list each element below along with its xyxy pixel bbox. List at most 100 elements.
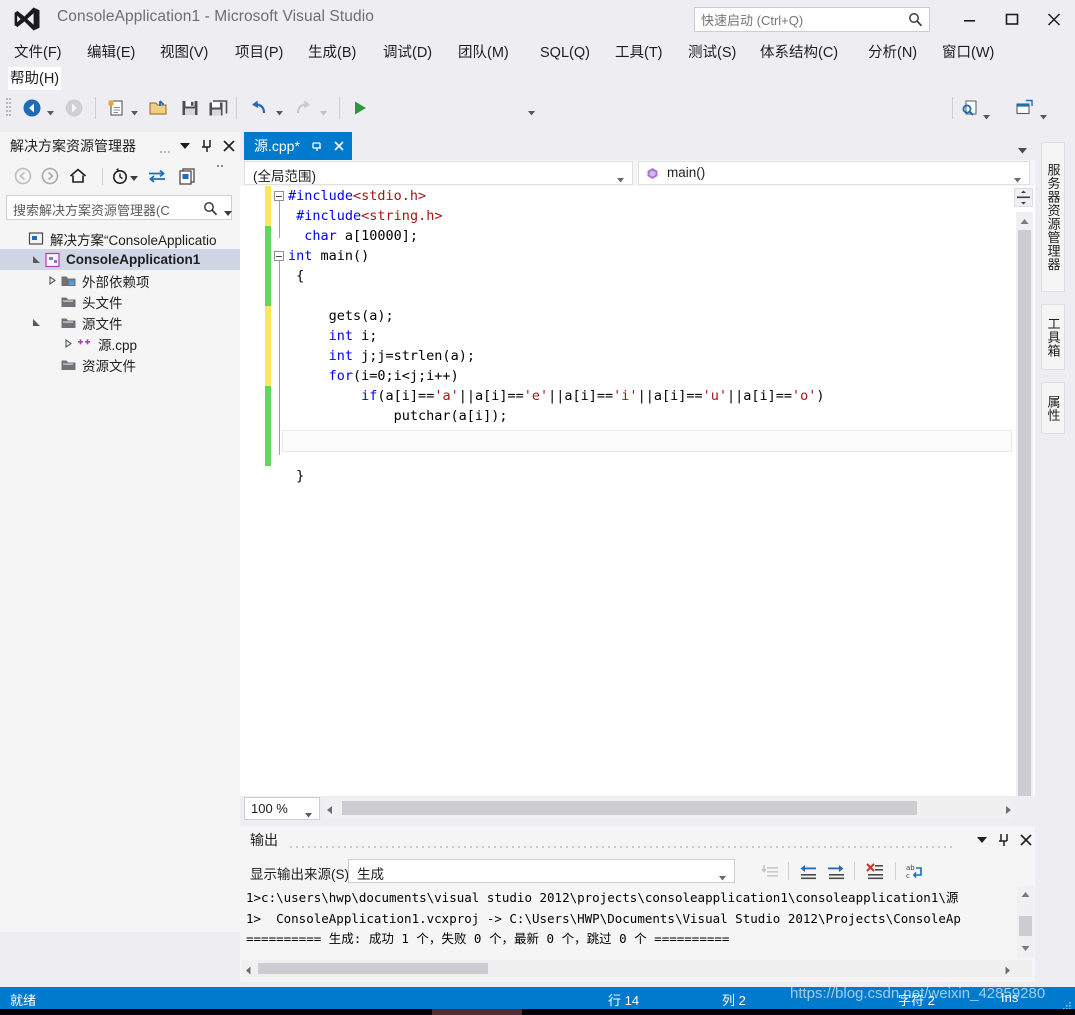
panel-menu-button[interactable] [176,137,194,155]
menu-test[interactable]: 测试(S) [686,41,738,65]
fold-toggle-include[interactable] [274,191,284,201]
document-tab-strip: 源.cpp* [240,132,1035,160]
code-editor-pane[interactable]: #include<stdio.h> #include<string.h> cha… [240,186,1035,822]
menu-sql[interactable]: SQL(Q) [538,41,592,65]
quick-launch-box[interactable] [694,7,930,32]
scroll-right-icon[interactable] [1003,804,1013,814]
twisty-expanded-icon[interactable] [28,315,44,331]
split-view-icon[interactable] [1014,188,1033,207]
menu-analyze[interactable]: 分析(N) [866,41,919,65]
menu-team[interactable]: 团队(M) [456,41,511,65]
zoom-combo[interactable]: 100 % [244,797,320,820]
chevron-down-icon[interactable] [276,105,283,116]
scope-combo[interactable]: (全局范围) [244,161,633,185]
resize-grip[interactable] [1062,999,1072,1010]
close-icon[interactable] [1017,831,1035,849]
tree-item-resource-files[interactable]: 资源文件 [0,354,240,375]
tree-item-source-cpp[interactable]: 源.cpp [0,333,240,354]
output-vertical-scrollbar[interactable] [1017,886,1034,958]
code-text[interactable]: #include<stdio.h> #include<string.h> cha… [288,186,1028,486]
undo-icon[interactable] [249,98,269,118]
scroll-right-icon[interactable] [1003,964,1012,975]
minimize-button[interactable] [955,7,985,31]
pin-icon[interactable] [310,139,324,153]
chevron-down-icon[interactable] [528,105,535,116]
find-in-files-icon[interactable] [960,98,980,118]
tab-properties-window[interactable]: 属性 [1041,382,1065,434]
overflow-icon[interactable] [216,163,238,185]
pending-changes-icon[interactable] [109,165,131,187]
close-button[interactable] [1039,7,1069,31]
menu-build[interactable]: 生成(B) [306,41,358,65]
tree-item-console-application1[interactable]: ConsoleApplication1 [0,249,240,270]
new-item-icon[interactable] [106,98,126,118]
twisty-expanded-icon[interactable] [28,252,44,268]
maximize-button[interactable] [997,7,1027,31]
tab-toolbox[interactable]: 工具箱 [1041,304,1065,370]
twisty-collapsed-icon[interactable] [44,273,60,289]
previous-message-icon[interactable] [798,862,818,882]
output-source-combo[interactable]: 生成 [348,859,735,883]
toggle-word-wrap-icon[interactable]: ab c [905,862,925,882]
menu-debug[interactable]: 调试(D) [381,41,434,65]
output-menu-button[interactable] [973,831,991,849]
new-window-icon[interactable] [1014,98,1034,118]
close-icon[interactable] [220,137,238,155]
chevron-down-icon[interactable] [224,206,232,220]
menu-edit[interactable]: 编辑(E) [85,41,137,65]
tree-item-header-files[interactable]: 头文件 [0,291,240,312]
status-insert-mode: Ins [1001,990,1019,1005]
output-horizontal-scrollbar[interactable] [242,960,1032,977]
chevron-down-icon[interactable] [130,171,138,181]
twisty-none [44,357,60,373]
scroll-up-icon[interactable] [1020,215,1029,224]
editor-horizontal-scrollbar[interactable] [324,798,1014,819]
document-tab-source-cpp[interactable]: 源.cpp* [244,132,352,160]
tree-item-external-dependencies[interactable]: 外部依赖项 [0,270,240,291]
menu-architecture[interactable]: 体系结构(C) [758,41,840,65]
hscroll-thumb[interactable] [342,801,917,815]
next-message-icon[interactable] [826,862,846,882]
scroll-left-icon[interactable] [244,964,253,975]
play-triangle-icon[interactable] [350,98,370,118]
search-icon[interactable] [203,201,218,219]
chevron-down-icon[interactable] [47,105,54,116]
twisty-collapsed-icon[interactable] [60,336,76,352]
tree-item-solution[interactable]: 解决方案“ConsoleApplicatio [0,228,240,249]
tree-item-source-files[interactable]: 源文件 [0,312,240,333]
toolbar-grip[interactable] [6,98,11,118]
scroll-down-icon[interactable] [1021,942,1030,956]
menu-file[interactable]: 文件(F) [12,41,64,65]
member-combo[interactable]: main() [638,161,1030,185]
vscroll-thumb[interactable] [1018,230,1031,816]
show-all-files-icon[interactable] [176,165,198,187]
navigate-back-icon[interactable] [22,98,42,118]
scroll-up-icon[interactable] [1021,888,1030,902]
close-icon[interactable] [332,139,346,153]
hscroll-thumb[interactable] [258,963,488,974]
editor-vertical-scrollbar[interactable] [1016,212,1033,818]
save-all-icon[interactable] [208,98,228,118]
scroll-left-icon[interactable] [325,804,335,814]
quick-launch-input[interactable] [701,10,897,30]
home-icon[interactable] [67,165,89,187]
menu-help[interactable]: 帮助(H) [8,67,62,91]
search-input[interactable]: 搜索解决方案资源管理器(C [6,195,232,220]
open-file-icon[interactable] [148,98,168,118]
chevron-down-icon[interactable] [1018,143,1027,157]
tab-server-explorer[interactable]: 服务器资源管理器 [1041,142,1065,292]
chevron-down-icon[interactable] [131,105,138,116]
menu-tools[interactable]: 工具(T) [613,41,665,65]
vscroll-thumb[interactable] [1019,916,1032,936]
menu-project[interactable]: 项目(P) [233,41,285,65]
clear-all-icon[interactable] [865,862,885,882]
pin-icon[interactable] [198,137,216,155]
save-icon[interactable] [180,98,200,118]
menu-window[interactable]: 窗口(W) [940,41,996,65]
sync-views-icon[interactable] [146,165,168,187]
chevron-down-icon[interactable] [1040,109,1047,120]
pin-icon[interactable] [995,831,1013,849]
chevron-down-icon[interactable] [983,109,990,120]
fold-toggle-main[interactable] [274,251,284,261]
menu-view[interactable]: 视图(V) [158,41,210,65]
